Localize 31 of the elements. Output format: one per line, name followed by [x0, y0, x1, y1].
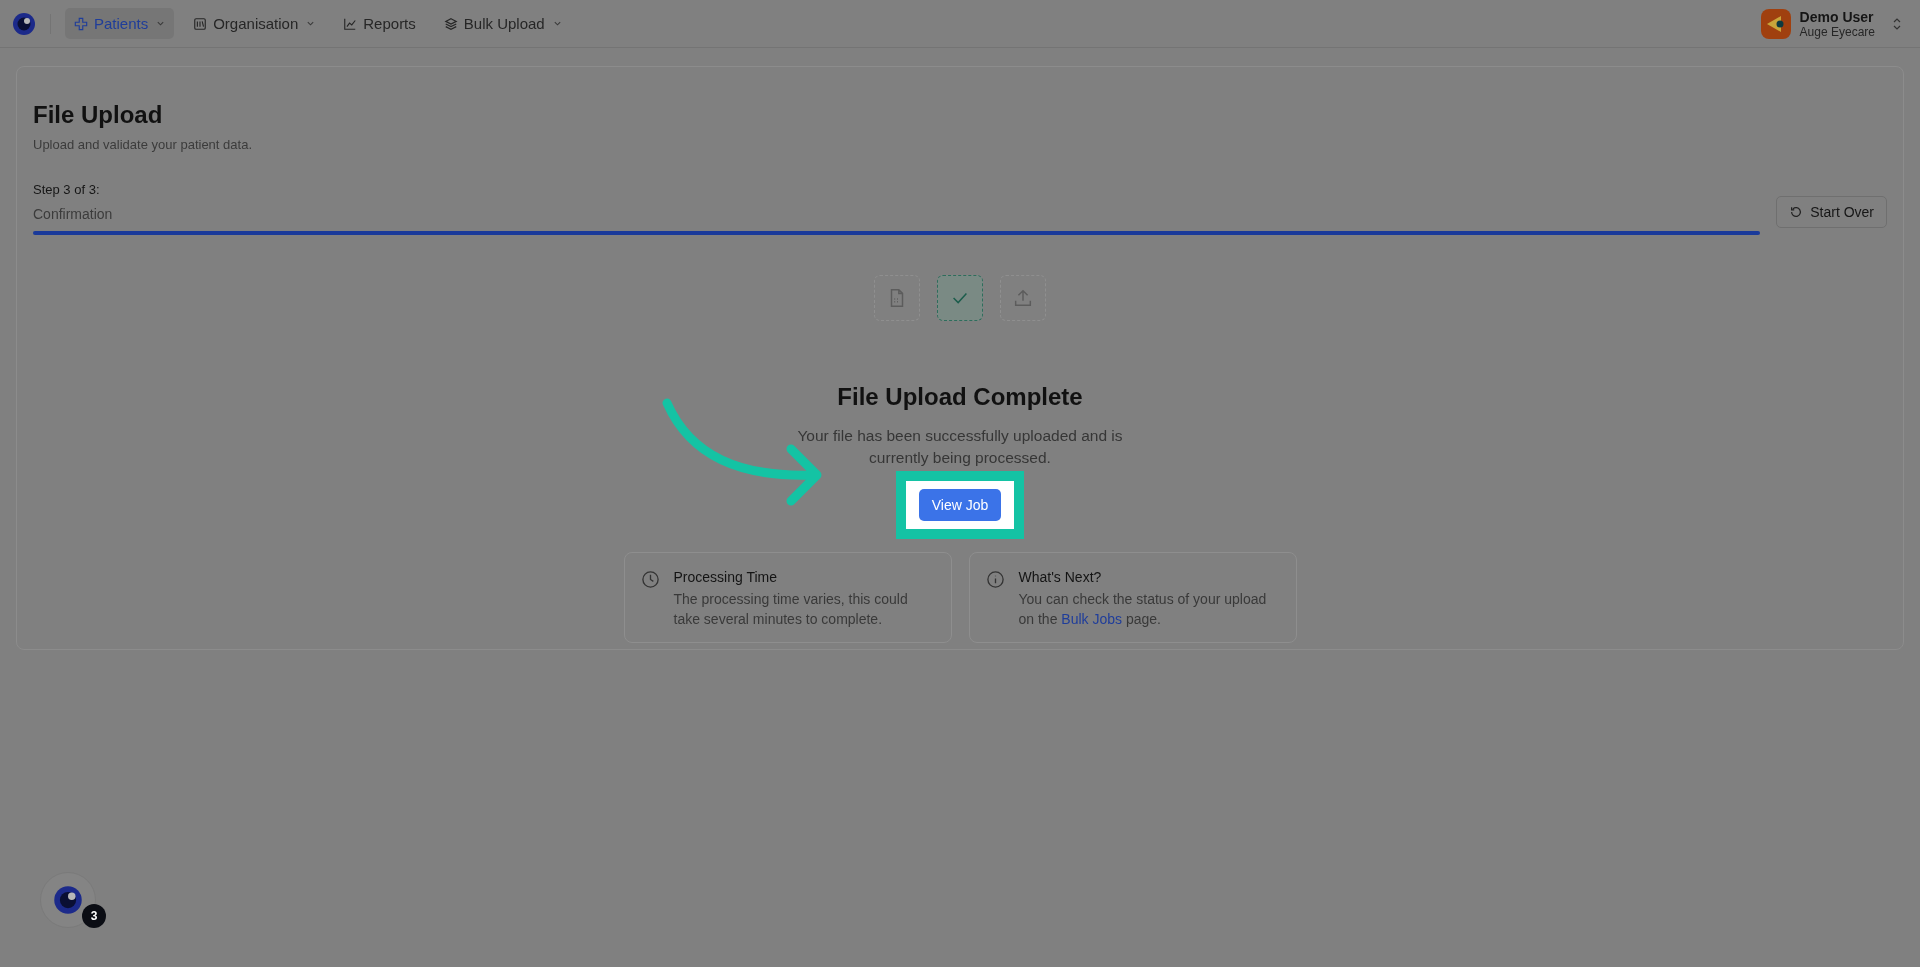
completion-title: File Upload Complete	[837, 383, 1083, 411]
view-job-button[interactable]: View Job	[918, 489, 1002, 521]
info-text: The processing time varies, this could take several minutes to complete.	[673, 590, 909, 629]
step-counter: Step 3 of 3:	[33, 182, 101, 197]
nav-menu-item[interactable]: Reports	[334, 8, 425, 39]
line-chart-icon	[343, 16, 358, 31]
medical-cross-icon	[74, 16, 88, 31]
avatar-icon	[1760, 8, 1791, 39]
eye-logo-icon	[53, 885, 83, 915]
building-icon	[193, 16, 208, 31]
info-title: Processing Time	[673, 569, 778, 585]
expand-icon[interactable]	[1892, 16, 1902, 31]
clock-icon	[640, 570, 660, 589]
user-name: Demo User	[1799, 8, 1875, 25]
page-title: File Upload	[33, 101, 164, 129]
start-over-button[interactable]: Start Over	[1776, 196, 1887, 228]
nav-menu-item[interactable]: Patients	[65, 8, 175, 39]
info-title: What's Next?	[1018, 569, 1103, 585]
nav-menu-item[interactable]: Bulk Upload	[434, 8, 571, 39]
completion-message: Your file has been successfully uploaded and is currently being processed.	[796, 426, 1124, 468]
reset-icon	[1789, 205, 1804, 219]
organisation-name: Auge Eyecare	[1799, 24, 1875, 39]
notification-count: 3	[82, 904, 106, 928]
info-icon	[985, 570, 1005, 589]
page-subtitle: Upload and validate your patient data.	[33, 137, 253, 152]
bulk-jobs-link[interactable]: Bulk Jobs	[1061, 611, 1123, 627]
info-text: You can check the status of your upload on the Bulk Jobs page.	[1018, 590, 1268, 629]
nav-menu-item[interactable]: Organisation	[184, 8, 325, 39]
step-name: Confirmation	[33, 206, 114, 222]
layers-icon	[443, 16, 458, 31]
eye-logo-icon[interactable]	[12, 11, 36, 36]
